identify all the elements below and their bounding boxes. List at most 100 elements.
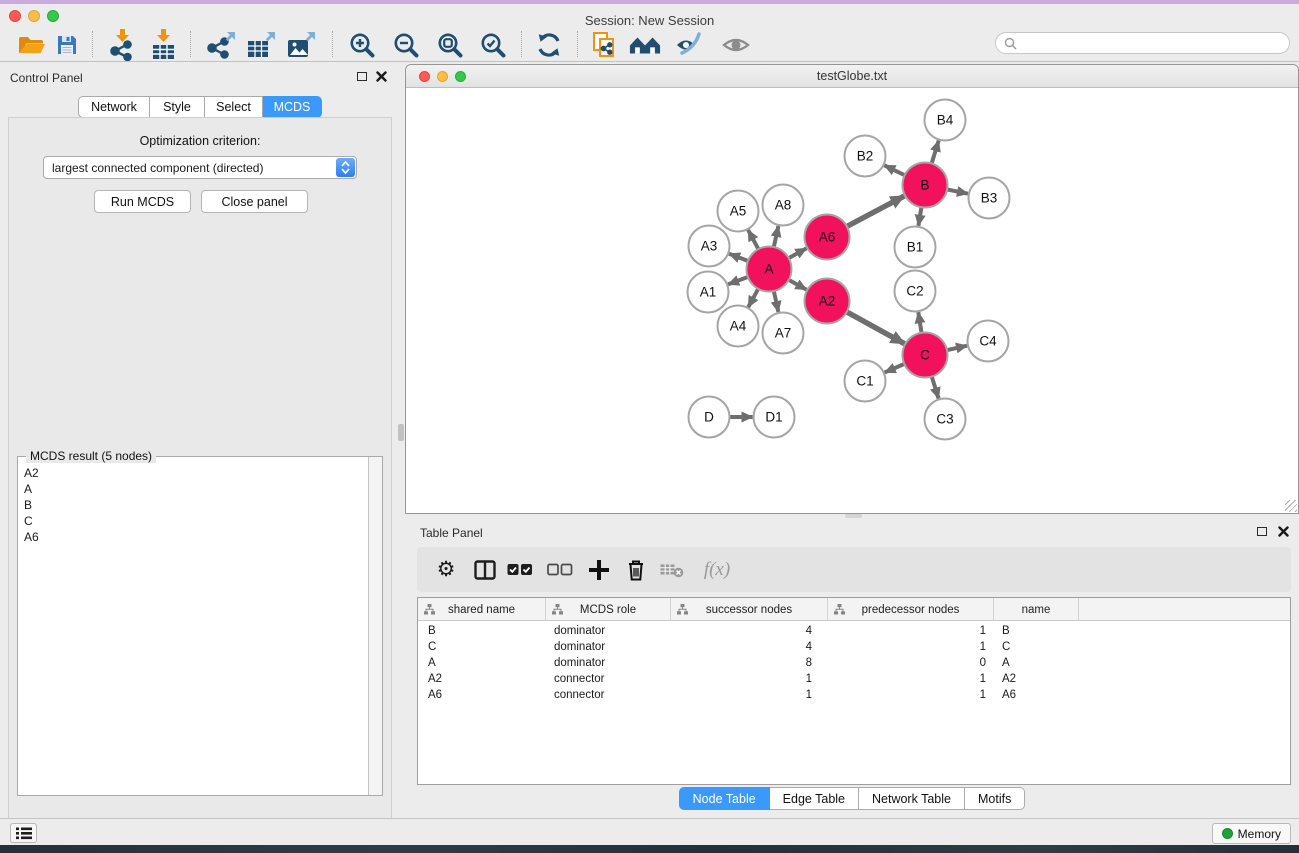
table-cell[interactable]: A6 xyxy=(418,687,546,703)
table-row[interactable]: A2connector11A2 xyxy=(418,671,1290,687)
column-header-predecessor-nodes[interactable]: predecessor nodes xyxy=(828,598,994,621)
tab-mcds-label: MCDS xyxy=(274,100,311,114)
table-cell[interactable]: dominator xyxy=(546,639,671,655)
optimization-criterion-value: largest connected component (directed) xyxy=(52,161,263,175)
close-table-panel-icon[interactable] xyxy=(1278,526,1289,537)
split-panel-icon[interactable] xyxy=(468,547,502,592)
column-header-name[interactable]: name xyxy=(994,598,1079,621)
table-cell[interactable]: 1 xyxy=(828,671,994,687)
node-label-B3: B3 xyxy=(981,191,998,206)
float-panel-icon[interactable] xyxy=(357,72,367,81)
split-divider-grip[interactable] xyxy=(398,424,404,441)
close-panel-button[interactable]: Close panel xyxy=(201,190,308,213)
table-cell[interactable]: dominator xyxy=(546,655,671,671)
network-window-titlebar[interactable]: testGlobe.txt xyxy=(406,65,1298,88)
zoom-fit-icon[interactable] xyxy=(434,30,466,60)
table-cell[interactable]: 1 xyxy=(828,687,994,703)
tab-motifs[interactable]: Motifs xyxy=(965,787,1025,810)
mcds-result-box: MCDS result (5 nodes) A2ABCA6 xyxy=(17,456,383,796)
close-panel-label: Close panel xyxy=(221,195,287,209)
float-table-panel-icon[interactable] xyxy=(1257,527,1267,536)
table-cell[interactable]: C xyxy=(418,639,546,655)
table-cell[interactable]: 1 xyxy=(828,639,994,655)
gear-icon[interactable]: ⚙ xyxy=(429,547,463,592)
mcds-result-list: A2ABCA6 xyxy=(24,465,39,545)
table-tabs: Node Table Edge Table Network Table Moti… xyxy=(405,787,1299,810)
desktop-background-bottom xyxy=(0,845,1299,853)
table-row[interactable]: Adominator80A xyxy=(418,655,1290,671)
table-cell[interactable]: A6 xyxy=(994,687,1079,703)
tab-style[interactable]: Style xyxy=(150,96,205,118)
import-network-icon[interactable] xyxy=(106,30,138,60)
table-cell[interactable]: 1 xyxy=(671,671,828,687)
table-cell[interactable]: connector xyxy=(546,671,671,687)
table-cell[interactable]: C xyxy=(994,639,1079,655)
hide-eye-icon[interactable] xyxy=(673,30,705,60)
toolbar-separator xyxy=(577,31,578,57)
tab-network[interactable]: Network xyxy=(78,96,150,118)
table-cell[interactable]: A2 xyxy=(418,671,546,687)
memory-button[interactable]: Memory xyxy=(1212,823,1291,844)
tab-edge-table[interactable]: Edge Table xyxy=(770,787,859,810)
add-column-icon[interactable] xyxy=(582,547,616,592)
table-cell[interactable]: B xyxy=(994,623,1079,639)
save-session-icon[interactable] xyxy=(51,30,83,60)
tab-select[interactable]: Select xyxy=(205,96,263,118)
tab-mcds[interactable]: MCDS xyxy=(263,96,322,118)
export-table-icon[interactable] xyxy=(245,30,277,60)
search-field[interactable] xyxy=(995,32,1290,54)
node-label-C4: C4 xyxy=(979,334,997,349)
refresh-icon[interactable] xyxy=(533,30,565,60)
export-network-icon[interactable] xyxy=(205,30,237,60)
zoom-in-icon[interactable] xyxy=(346,30,378,60)
table-row[interactable]: A6connector11A6 xyxy=(418,687,1290,703)
table-cell[interactable]: 0 xyxy=(828,655,994,671)
zoom-selected-icon[interactable] xyxy=(477,30,509,60)
delete-icon[interactable] xyxy=(619,547,653,592)
table-cell[interactable]: 4 xyxy=(671,623,828,639)
tab-network-table[interactable]: Network Table xyxy=(859,787,965,810)
window-resize-grip[interactable] xyxy=(1285,500,1297,512)
table-cell[interactable]: dominator xyxy=(546,623,671,639)
table-row[interactable]: Bdominator41B xyxy=(418,623,1290,639)
run-mcds-button[interactable]: Run MCDS xyxy=(94,190,191,213)
duplicate-network-icon[interactable] xyxy=(588,30,620,60)
close-panel-icon[interactable] xyxy=(376,71,387,82)
function-icon[interactable]: f(x) xyxy=(695,547,739,592)
import-table-icon[interactable] xyxy=(147,30,179,60)
zoom-out-icon[interactable] xyxy=(390,30,422,60)
tab-edge-table-label: Edge Table xyxy=(783,792,845,806)
table-cell[interactable]: connector xyxy=(546,687,671,703)
table-cell[interactable]: 8 xyxy=(671,655,828,671)
node-label-C2: C2 xyxy=(906,284,923,299)
delete-table-icon[interactable] xyxy=(655,547,689,592)
table-cell[interactable]: B xyxy=(418,623,546,639)
column-header-successor-nodes[interactable]: successor nodes xyxy=(671,598,828,621)
search-input[interactable] xyxy=(1022,36,1282,50)
table-toolbar: ⚙ f(x) xyxy=(417,547,1291,592)
table-cell[interactable]: 4 xyxy=(671,639,828,655)
table-cell[interactable]: A xyxy=(418,655,546,671)
node-label-C3: C3 xyxy=(936,412,953,427)
tab-node-table[interactable]: Node Table xyxy=(679,787,770,810)
column-header-MCDS-role[interactable]: MCDS role xyxy=(546,598,671,621)
network-graph[interactable]: B4B2BB3B1A5A8A6A3AA1A2C2A4A7CC4C1C3DD1 xyxy=(406,88,1298,513)
export-image-icon[interactable] xyxy=(285,30,317,60)
select-all-icon[interactable] xyxy=(503,547,537,592)
table-cell[interactable]: A xyxy=(994,655,1079,671)
table-cell[interactable]: A2 xyxy=(994,671,1079,687)
task-history-button[interactable] xyxy=(10,823,37,843)
open-session-icon[interactable] xyxy=(15,30,47,60)
network-canvas[interactable]: B4B2BB3B1A5A8A6A3AA1A2C2A4A7CC4C1C3DD1 xyxy=(406,88,1298,513)
column-header-shared-name[interactable]: shared name xyxy=(418,598,546,621)
table-cell[interactable]: 1 xyxy=(828,623,994,639)
deselect-all-icon[interactable] xyxy=(543,547,577,592)
table-row[interactable]: Cdominator41C xyxy=(418,639,1290,655)
optimization-criterion-select[interactable]: largest connected component (directed) xyxy=(43,156,357,179)
result-scrollbar[interactable] xyxy=(368,457,382,795)
show-eye-icon[interactable] xyxy=(720,30,752,60)
home-icon[interactable] xyxy=(629,30,661,60)
toolbar-separator xyxy=(190,31,191,57)
memory-status-icon xyxy=(1222,828,1233,839)
table-cell[interactable]: 1 xyxy=(671,687,828,703)
